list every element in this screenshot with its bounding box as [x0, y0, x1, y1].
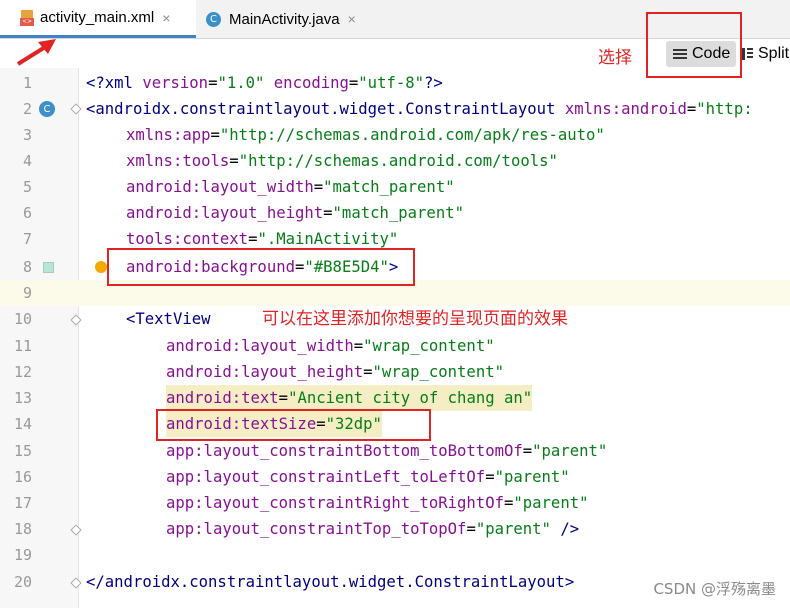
code-text: android:layout_width="wrap_content": [166, 337, 495, 355]
line-number: 10: [13, 310, 32, 328]
split-view-button[interactable]: Split: [740, 41, 789, 67]
code-line[interactable]: 2 C <androidx.constraintlayout.widget.Co…: [0, 96, 790, 122]
line-number: 13: [13, 389, 32, 407]
code-line[interactable]: 19: [0, 542, 790, 568]
java-class-icon: C: [206, 11, 221, 27]
annotation-add-effect-label: 可以在这里添加你想要的呈现页面的效果: [262, 309, 568, 329]
line-number: 18: [13, 520, 32, 538]
tab-label: MainActivity.java: [229, 10, 340, 28]
code-text: android:layout_height="wrap_content": [166, 363, 504, 381]
line-number: 3: [22, 126, 32, 144]
line-number: 8: [22, 258, 32, 276]
color-swatch-icon[interactable]: [43, 262, 54, 273]
code-line[interactable]: 16 app:layout_constraintLeft_toLeftOf="p…: [0, 464, 790, 490]
code-line[interactable]: 11 android:layout_width="wrap_content": [0, 333, 790, 359]
annotation-box-textsize: [156, 409, 431, 441]
code-text: <TextView: [126, 310, 211, 328]
tab-label: activity_main.xml: [40, 9, 155, 26]
code-line[interactable]: 12 android:layout_height="wrap_content": [0, 359, 790, 385]
annotation-arrow-icon: [16, 39, 56, 66]
line-number: 7: [22, 230, 32, 248]
code-text: </androidx.constraintlayout.widget.Const…: [86, 573, 575, 591]
code-line[interactable]: 13 android:text="Ancient city of chang a…: [0, 385, 790, 411]
line-number: 15: [13, 442, 32, 460]
code-line[interactable]: 17 app:layout_constraintRight_toRightOf=…: [0, 490, 790, 516]
close-tab-icon[interactable]: ×: [162, 10, 170, 26]
fold-marker-icon[interactable]: [70, 314, 82, 326]
line-number: 9: [22, 284, 32, 302]
line-number: 14: [13, 415, 32, 433]
code-line[interactable]: 4 xmlns:tools="http://schemas.android.co…: [0, 148, 790, 174]
line-number: 1: [22, 74, 32, 92]
code-line[interactable]: 15 app:layout_constraintBottom_toBottomO…: [0, 438, 790, 464]
code-text: <androidx.constraintlayout.widget.Constr…: [86, 100, 753, 118]
code-text: android:layout_height="match_parent": [126, 204, 464, 222]
code-text: xmlns:app="http://schemas.android.com/ap…: [126, 126, 605, 144]
line-number: 5: [22, 178, 32, 196]
annotation-select-label: 选择: [598, 48, 632, 68]
code-text: <?xml version="1.0" encoding="utf-8"?>: [86, 74, 443, 92]
code-text: xmlns:tools="http://schemas.android.com/…: [126, 152, 558, 170]
class-marker-icon[interactable]: C: [39, 101, 55, 117]
line-number: 11: [13, 337, 32, 355]
watermark: CSDN @浮殇离墨: [653, 580, 776, 598]
code-line[interactable]: 18 app:layout_constraintTop_toTopOf="par…: [0, 516, 790, 542]
line-number: 19: [13, 546, 32, 564]
line-number: 12: [13, 363, 32, 381]
line-number: 4: [22, 152, 32, 170]
line-number: 16: [13, 468, 32, 486]
code-text: app:layout_constraintTop_toTopOf="parent…: [166, 520, 580, 538]
code-text: app:layout_constraintLeft_toLeftOf="pare…: [166, 468, 570, 486]
tab-main-activity-java[interactable]: C MainActivity.java ×: [206, 0, 386, 38]
annotation-box-view-mode: [646, 12, 742, 78]
line-number: 20: [13, 573, 32, 591]
fold-marker-icon[interactable]: [70, 577, 82, 589]
tab-activity-main-xml[interactable]: <> activity_main.xml ×: [0, 0, 196, 38]
code-text: android:layout_width="match_parent": [126, 178, 455, 196]
split-view-label: Split: [758, 45, 790, 62]
lightbulb-icon[interactable]: [95, 261, 107, 273]
code-text: app:layout_constraintBottom_toBottomOf="…: [166, 442, 608, 460]
code-line[interactable]: 5 android:layout_width="match_parent": [0, 174, 790, 200]
code-line[interactable]: 6 android:layout_height="match_parent": [0, 200, 790, 226]
close-tab-icon[interactable]: ×: [348, 11, 356, 27]
code-line[interactable]: 3 xmlns:app="http://schemas.android.com/…: [0, 122, 790, 148]
line-number: 2: [22, 100, 32, 118]
fold-marker-icon[interactable]: [70, 524, 82, 536]
line-number: 17: [13, 494, 32, 512]
xml-file-icon: <>: [20, 9, 34, 26]
code-text: android:text="Ancient city of chang an": [166, 385, 533, 411]
code-text: app:layout_constraintRight_toRightOf="pa…: [166, 494, 589, 512]
line-number: 6: [22, 204, 32, 222]
fold-marker-icon[interactable]: [70, 103, 82, 115]
annotation-box-background: [107, 248, 415, 286]
